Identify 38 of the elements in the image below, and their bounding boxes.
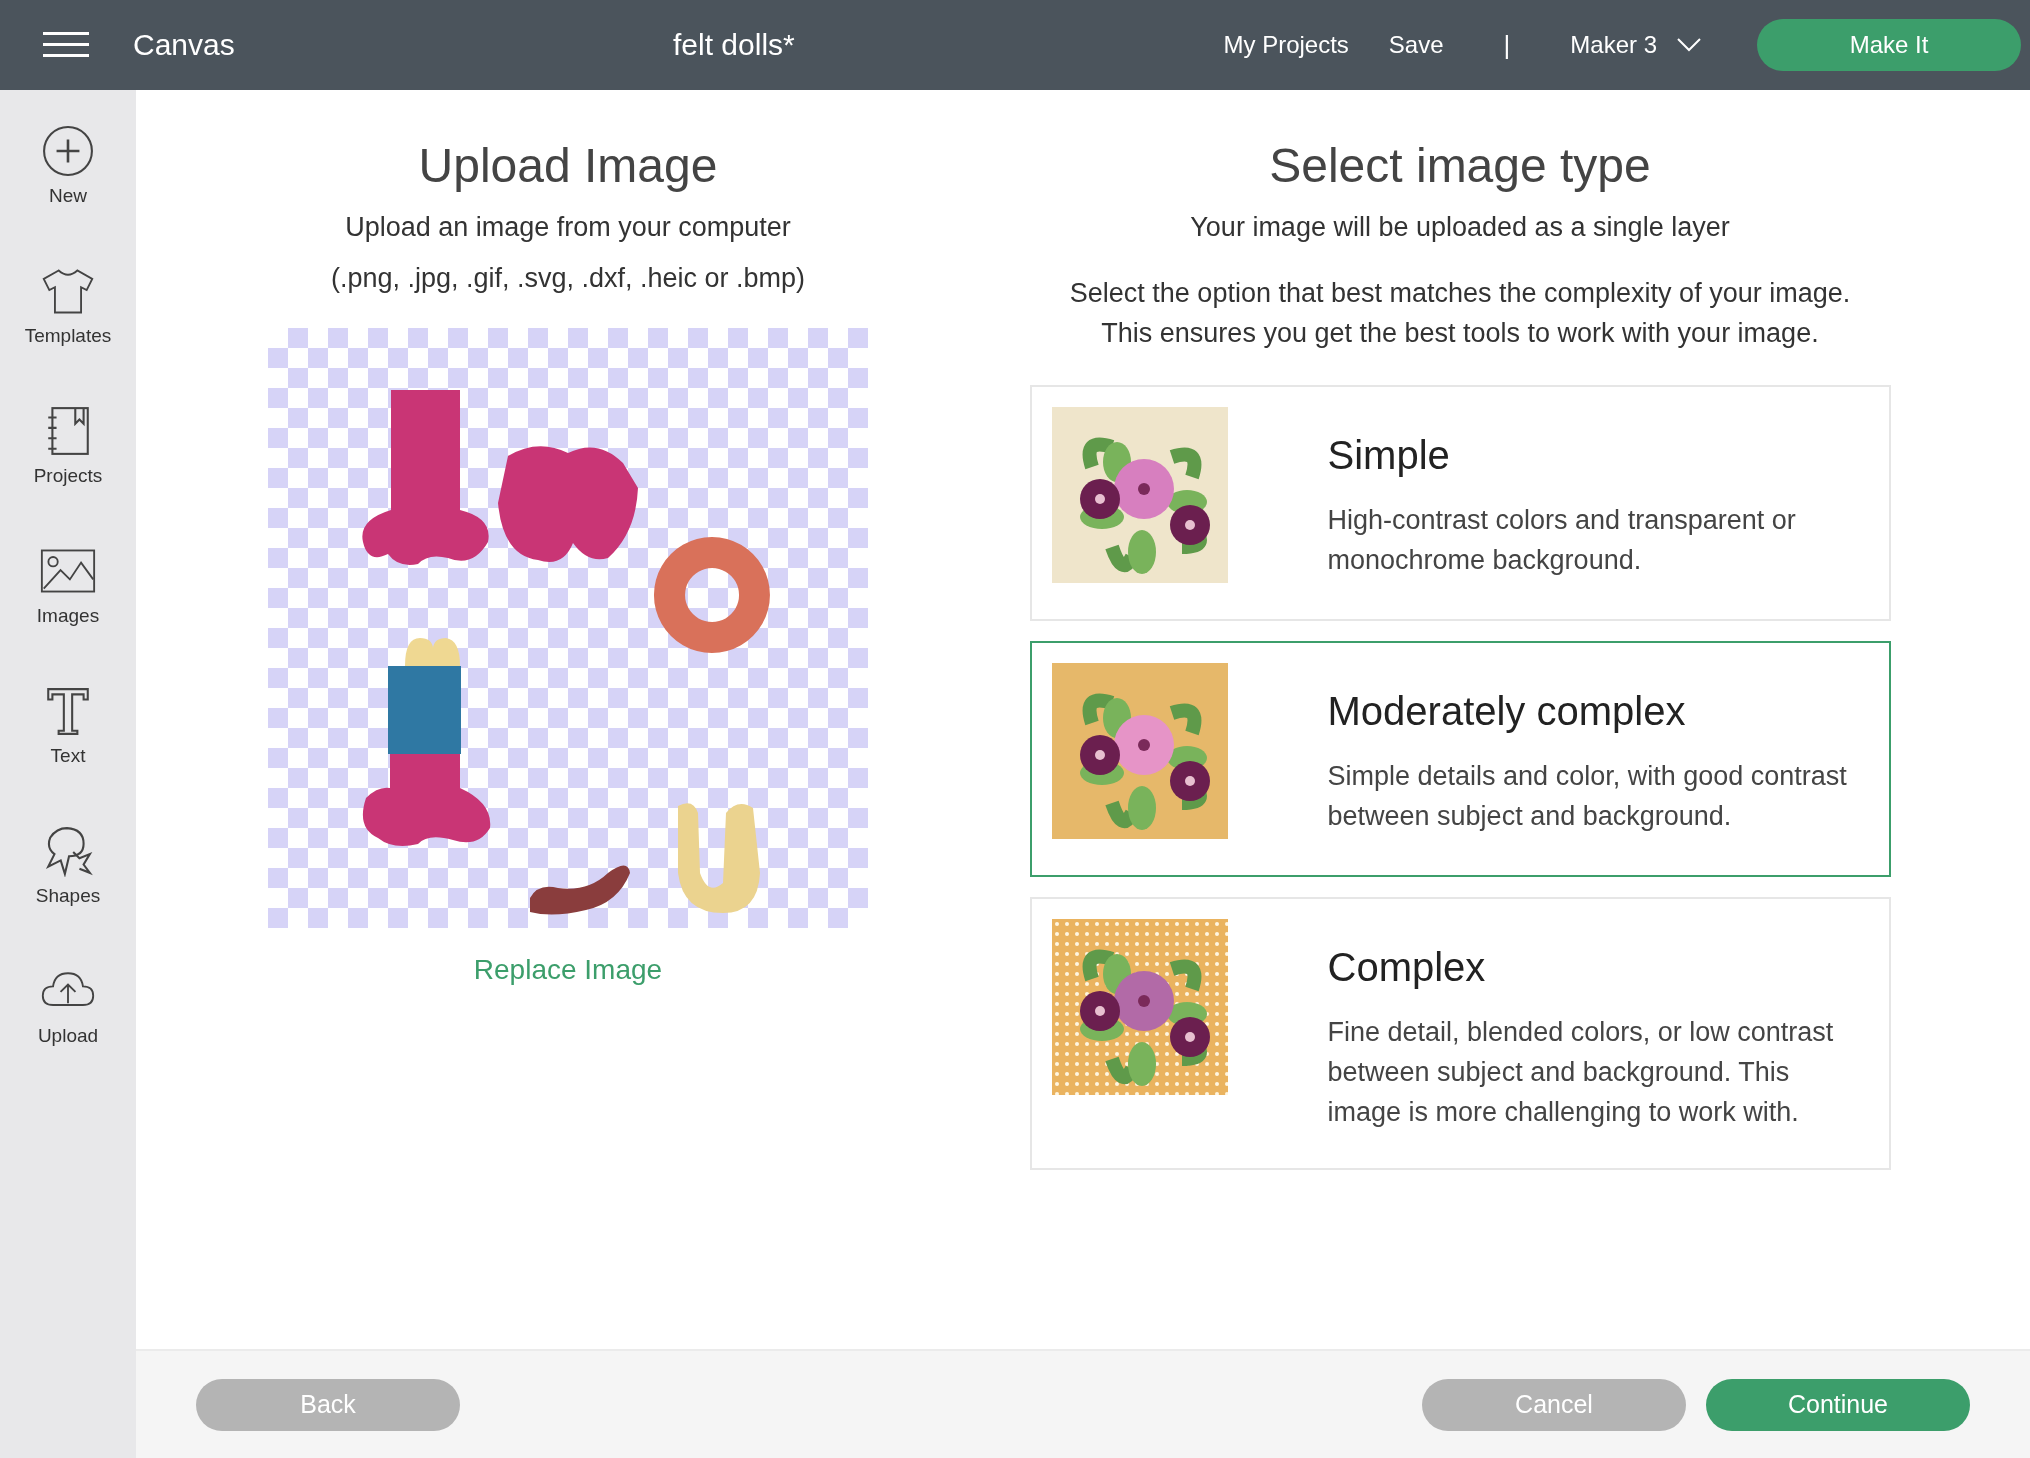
option-description: Fine detail, blended colors, or low contrast between subject and background. This image is more challenging to work with. (1327, 1016, 1835, 1129)
plus-icon (40, 125, 96, 177)
sidebar-item[interactable]: Templates (24, 265, 112, 375)
image-type-option[interactable]: Moderately complex Simple details and color, with good contrast between subject and background. (1029, 641, 1891, 877)
sidebar-item[interactable]: Text (40, 685, 96, 795)
project-title: felt dolls* (673, 28, 795, 62)
image-type-option[interactable]: Simple High-contrast colors and transparent or monochrome background. (1029, 385, 1891, 621)
sidebar-item[interactable]: Shapes (35, 825, 101, 935)
sidebar-label: Upload (37, 1025, 99, 1047)
sidebar-label: New (49, 185, 87, 207)
machine-selector[interactable]: Maker 3 (1570, 31, 1701, 59)
sidebar-label: Shapes (35, 885, 101, 907)
sidebar-item[interactable]: New (40, 125, 96, 235)
option-title: Moderately complex (1327, 689, 1687, 734)
image-type-option[interactable]: Complex Fine detail, blended colors, or low contrast between subject and background. This image is more challenging to work with. (1029, 897, 1891, 1170)
option-description: High-contrast colors and transparent or monochrome background. (1327, 504, 1797, 577)
chevron-down-icon (1677, 38, 1701, 52)
option-title: Simple (1327, 433, 1451, 478)
separator: | (1503, 29, 1511, 61)
sidebar-label: Templates (24, 325, 112, 347)
sidebar-item[interactable]: Images (36, 545, 100, 655)
upload-subtitle: Upload an image from your computer (345, 212, 791, 243)
upload-title: Upload Image (418, 138, 718, 190)
app-name: Canvas (133, 28, 236, 62)
file-formats: (.png, .jpg, .gif, .svg, .dxf, .heic or .bmp) (330, 263, 806, 294)
image-type-title: Select image type (1269, 138, 1651, 190)
image-type-subtitle: Your image will be uploaded as a single layer (1190, 212, 1730, 243)
sidebar-label: Projects (33, 465, 103, 487)
menu-icon[interactable] (43, 32, 89, 58)
sidebar-label: Text (50, 745, 86, 767)
header-link[interactable]: My Projects (1223, 31, 1349, 59)
sidebar-label: Images (36, 605, 100, 627)
option-description: Simple details and color, with good contrast between subject and background. (1327, 760, 1848, 833)
sidebar-item[interactable]: Projects (33, 405, 103, 515)
instructions-text: Select the option that best matches the complexity of your image. This ensures you get the best tools to work with your image. (1069, 277, 1851, 350)
header-link[interactable]: Save (1388, 31, 1444, 59)
sidebar-item[interactable]: Upload (37, 965, 99, 1075)
option-title: Complex (1327, 945, 1487, 990)
